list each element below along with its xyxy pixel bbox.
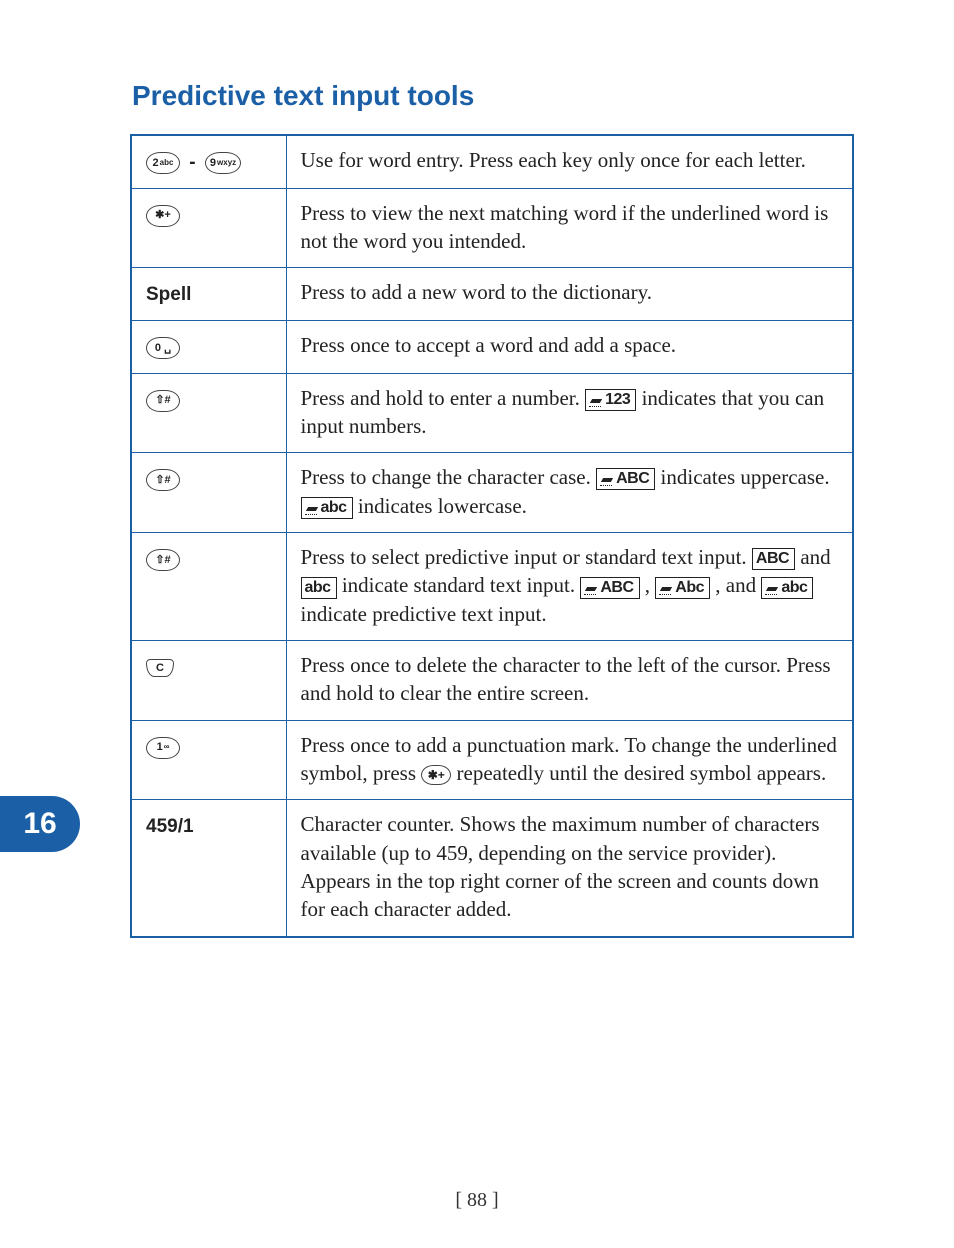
desc-cell: Press once to add a punctuation mark. To… — [286, 720, 853, 800]
key-cell: ⇧# — [131, 453, 286, 533]
desc-text: indicate standard text input. — [342, 573, 581, 597]
table-row: ⇧# Press and hold to enter a number. 123… — [131, 373, 853, 453]
table-row: ✱+ Press to view the next matching word … — [131, 188, 853, 268]
desc-cell: Press once to delete the character to th… — [286, 641, 853, 721]
desc-cell: Press to view the next matching word if … — [286, 188, 853, 268]
key-cell: 459/1 — [131, 800, 286, 937]
table-row: ⇧# Press to change the character case. A… — [131, 453, 853, 533]
desc-cell: Character counter. Shows the maximum num… — [286, 800, 853, 937]
document-page: Predictive text input tools 2abc - 9wxyz… — [0, 0, 954, 938]
mode-abc-lower-indicator-icon: abc — [301, 497, 353, 519]
key-cell: Spell — [131, 268, 286, 321]
key-cell: ⇧# — [131, 373, 286, 453]
predictive-tools-table: 2abc - 9wxyz Use for word entry. Press e… — [130, 134, 854, 938]
table-row: ⇧# Press to select predictive input or s… — [131, 532, 853, 640]
key-cell: ✱+ — [131, 188, 286, 268]
desc-cell: Press to add a new word to the dictionar… — [286, 268, 853, 321]
desc-text: and — [800, 545, 830, 569]
mode-predictive-upper-indicator-icon: ABC — [580, 577, 639, 599]
key-star-icon: ✱+ — [146, 205, 180, 227]
mode-predictive-title-indicator-icon: Abc — [655, 577, 710, 599]
table-row: 459/1 Character counter. Shows the maxim… — [131, 800, 853, 937]
desc-text: , and — [715, 573, 761, 597]
mode-123-indicator-icon: 123 — [585, 389, 636, 411]
desc-text: Press and hold to enter a number. — [301, 386, 586, 410]
table-row: 2abc - 9wxyz Use for word entry. Press e… — [131, 135, 853, 188]
key-zero-icon: 0 ␣ — [146, 337, 180, 359]
key-cell: 0 ␣ — [131, 320, 286, 373]
page-number: [ 88 ] — [0, 1189, 954, 1212]
table-row: C Press once to delete the character to … — [131, 641, 853, 721]
section-heading: Predictive text input tools — [132, 80, 854, 112]
desc-cell: Press and hold to enter a number. 123 in… — [286, 373, 853, 453]
mode-abc-upper-indicator-icon: ABC — [596, 468, 655, 490]
table-row: 1∞ Press once to add a punctuation mark.… — [131, 720, 853, 800]
key-cell: 2abc - 9wxyz — [131, 135, 286, 188]
table-row: 0 ␣ Press once to accept a word and add … — [131, 320, 853, 373]
desc-text: Press to select predictive input or stan… — [301, 545, 752, 569]
key-2-icon: 2abc — [146, 152, 180, 174]
key-cell: 1∞ — [131, 720, 286, 800]
key-hash-icon: ⇧# — [146, 549, 180, 571]
key-clear-icon: C — [146, 659, 174, 677]
desc-cell: Press to select predictive input or stan… — [286, 532, 853, 640]
desc-text: , — [645, 573, 656, 597]
table-row: Spell Press to add a new word to the dic… — [131, 268, 853, 321]
key-hash-icon: ⇧# — [146, 390, 180, 412]
desc-cell: Press once to accept a word and add a sp… — [286, 320, 853, 373]
desc-text: indicates lowercase. — [358, 494, 527, 518]
desc-text: repeatedly until the desired symbol appe… — [457, 761, 827, 785]
chapter-tab: 16 — [0, 796, 80, 852]
key-cell: ⇧# — [131, 532, 286, 640]
key-one-icon: 1∞ — [146, 737, 180, 759]
key-star-inline-icon: ✱+ — [421, 765, 451, 785]
key-cell: C — [131, 641, 286, 721]
mode-predictive-lower-indicator-icon: abc — [761, 577, 813, 599]
desc-cell: Press to change the character case. ABC … — [286, 453, 853, 533]
desc-text: Press to change the character case. — [301, 465, 597, 489]
desc-text: indicates uppercase. — [661, 465, 830, 489]
mode-standard-upper-indicator-icon: ABC — [752, 548, 795, 570]
mode-standard-lower-indicator-icon: abc — [301, 577, 337, 599]
key-hash-icon: ⇧# — [146, 469, 180, 491]
desc-text: indicate predictive text input. — [301, 602, 547, 626]
key-9-icon: 9wxyz — [205, 152, 241, 174]
dash-icon: - — [189, 152, 195, 173]
desc-cell: Use for word entry. Press each key only … — [286, 135, 853, 188]
